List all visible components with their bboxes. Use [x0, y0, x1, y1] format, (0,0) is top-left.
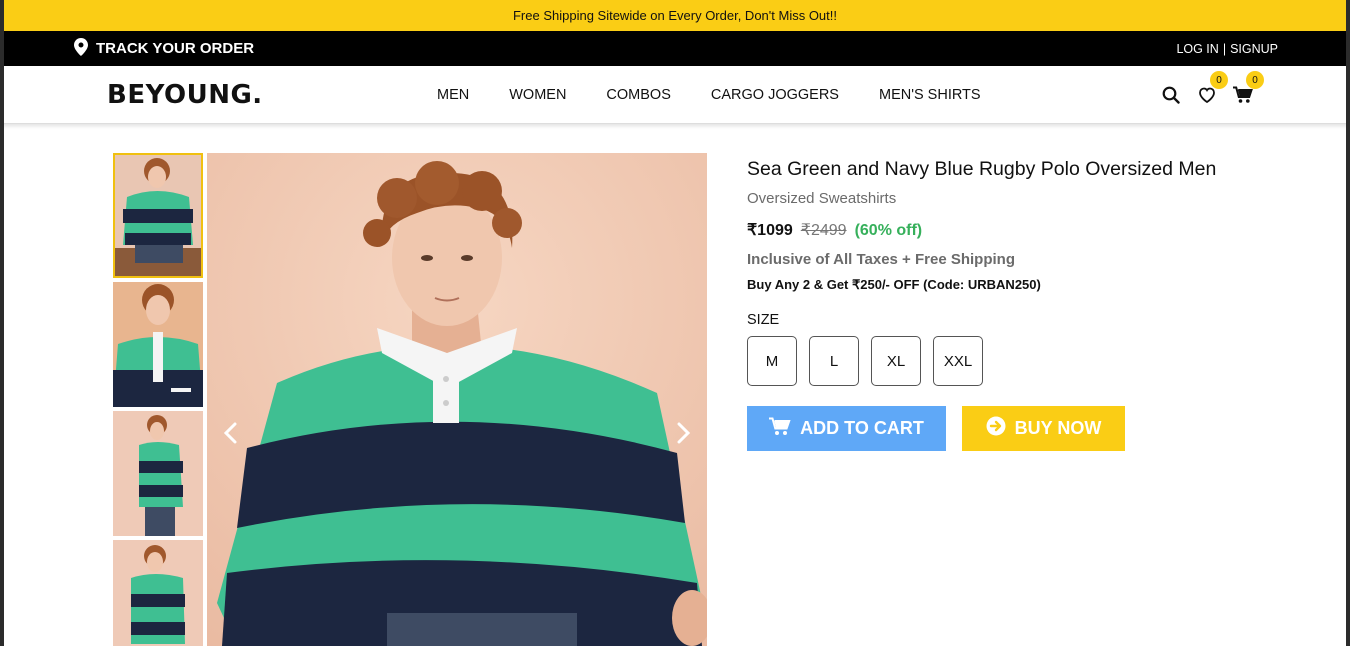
tax-shipping-note: Inclusive of All Taxes + Free Shipping — [747, 251, 1015, 268]
size-option-xl[interactable]: XL — [871, 336, 921, 386]
arrow-circle-right-icon — [986, 416, 1006, 441]
product-thumbnail[interactable] — [113, 153, 203, 278]
chevron-left-icon — [223, 422, 237, 444]
product-thumbnail[interactable] — [113, 540, 203, 646]
brand-logo[interactable]: BEYOUNG. — [107, 80, 263, 110]
location-pin-icon — [74, 37, 88, 60]
product-thumbnail[interactable] — [113, 411, 203, 536]
previous-image-arrow[interactable] — [215, 418, 245, 448]
category-nav: MEN WOMEN COMBOS CARGO JOGGERS MEN'S SHI… — [437, 66, 981, 124]
add-to-cart-button[interactable]: ADD TO CART — [747, 406, 946, 451]
size-option-l[interactable]: L — [809, 336, 859, 386]
nav-link-mens-shirts[interactable]: MEN'S SHIRTS — [879, 87, 981, 103]
product-thumbnail[interactable] — [113, 282, 203, 407]
size-option-m[interactable]: M — [747, 336, 797, 386]
chevron-right-icon — [677, 422, 691, 444]
main-product-image — [207, 153, 707, 646]
promo-text: Free Shipping Sitewide on Every Order, D… — [512, 8, 837, 23]
nav-link-combos[interactable]: COMBOS — [606, 87, 670, 103]
auth-separator: | — [1222, 41, 1227, 56]
buy-now-button[interactable]: BUY NOW — [962, 406, 1125, 451]
nav-icons: 0 0 — [1160, 66, 1264, 124]
cart-icon[interactable]: 0 — [1232, 71, 1264, 106]
selling-price: ₹1099 — [747, 222, 793, 239]
top-utility-bar: TRACK YOUR ORDER LOG IN | SIGNUP — [0, 31, 1350, 66]
size-options: M L XL XXL — [747, 336, 1267, 386]
cart-count-badge: 0 — [1246, 71, 1264, 89]
offer-note: Buy Any 2 & Get ₹250/- OFF (Code: URBAN2… — [747, 277, 1041, 292]
main-navigation: BEYOUNG. MEN WOMEN COMBOS CARGO JOGGERS … — [0, 66, 1350, 124]
track-order-link[interactable]: TRACK YOUR ORDER — [74, 31, 254, 66]
size-label: SIZE — [747, 312, 780, 328]
buy-now-label: BUY NOW — [1014, 418, 1102, 438]
price-row: ₹1099 ₹2499 (60% off) — [747, 220, 1267, 240]
product-category: Oversized Sweatshirts — [747, 190, 897, 207]
cart-icon — [769, 417, 791, 441]
purchase-actions: ADD TO CART BUY NOW — [747, 406, 1267, 451]
next-image-arrow[interactable] — [669, 418, 699, 448]
thumbnail-gallery — [113, 153, 203, 646]
product-details: Sea Green and Navy Blue Rugby Polo Overs… — [747, 156, 1267, 451]
auth-links: LOG IN | SIGNUP — [1176, 31, 1278, 66]
original-price: ₹2499 — [800, 222, 847, 239]
size-option-xxl[interactable]: XXL — [933, 336, 983, 386]
product-title: Sea Green and Navy Blue Rugby Polo Overs… — [747, 158, 1217, 180]
search-icon[interactable] — [1160, 84, 1182, 106]
discount-percent: (60% off) — [854, 222, 923, 239]
promo-banner: Free Shipping Sitewide on Every Order, D… — [0, 0, 1350, 31]
wishlist-count-badge: 0 — [1210, 71, 1228, 89]
wishlist-heart-icon[interactable]: 0 — [1196, 71, 1228, 106]
nav-link-women[interactable]: WOMEN — [509, 87, 566, 103]
add-to-cart-label: ADD TO CART — [800, 418, 924, 438]
nav-link-cargo-joggers[interactable]: CARGO JOGGERS — [711, 87, 839, 103]
nav-link-men[interactable]: MEN — [437, 87, 469, 103]
signup-link[interactable]: SIGNUP — [1230, 42, 1278, 56]
track-order-label: TRACK YOUR ORDER — [96, 40, 255, 57]
login-link[interactable]: LOG IN — [1176, 42, 1218, 56]
